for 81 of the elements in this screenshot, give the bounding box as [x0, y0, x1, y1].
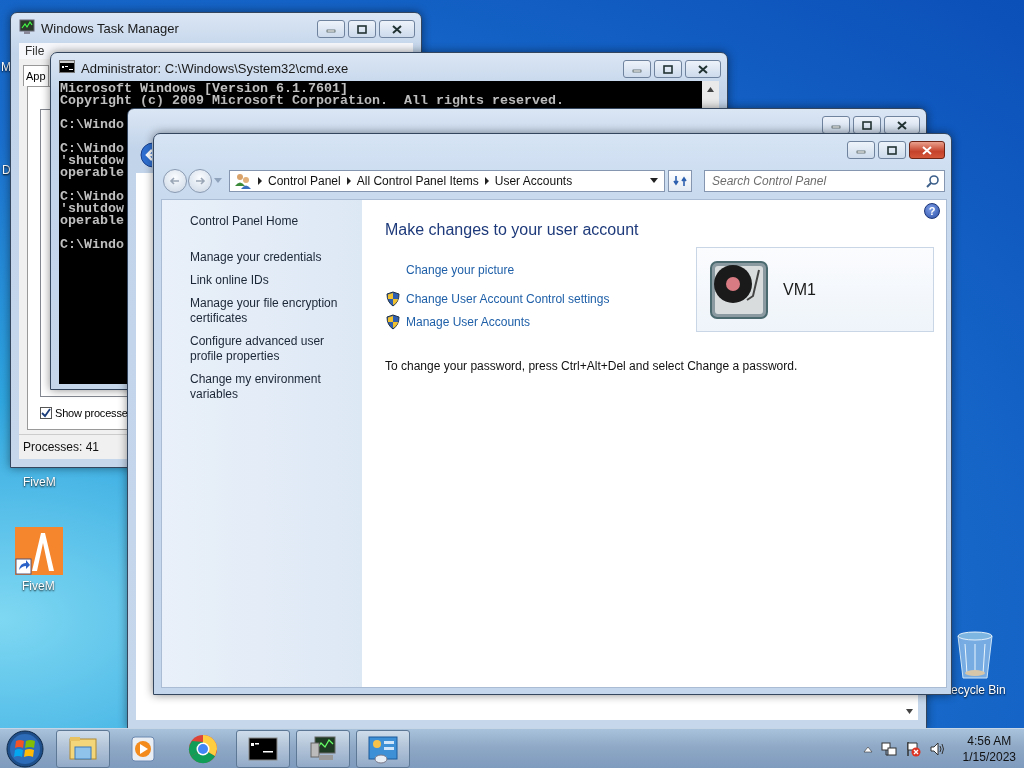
close-icon — [922, 145, 932, 155]
close-button[interactable] — [685, 60, 721, 78]
close-icon — [897, 120, 907, 130]
console-line: 'shutdow — [60, 155, 124, 167]
time-text: 4:56 AM — [967, 732, 1012, 749]
account-picture-icon — [709, 259, 769, 320]
task-link[interactable]: Change your picture — [406, 263, 515, 277]
desktop-icon-label[interactable]: ecycle Bin — [951, 683, 1006, 697]
network-icon[interactable] — [880, 740, 897, 757]
search-icon[interactable] — [926, 173, 940, 188]
breadcrumb-item[interactable]: User Accounts — [494, 173, 573, 188]
search-field[interactable]: Search Control Panel — [704, 169, 945, 192]
recycle-bin-icon[interactable] — [955, 630, 995, 680]
desktop-icon-label[interactable]: M — [1, 60, 11, 74]
sidebar-link[interactable]: Configure advanced user profile properties — [190, 334, 340, 364]
sidebar-link[interactable]: Manage your credentials — [190, 250, 340, 265]
users-icon — [234, 171, 252, 190]
chevron-icon[interactable] — [345, 176, 352, 185]
sidebar-link[interactable]: Control Panel Home — [190, 214, 340, 229]
maximize-icon — [663, 64, 673, 74]
user-name: VM1 — [783, 280, 816, 299]
window-title: Administrator: C:\Windows\System32\cmd.exe — [81, 61, 350, 76]
forward-arrow-icon — [194, 174, 206, 187]
taskbar-button[interactable] — [236, 729, 290, 768]
maximize-icon — [887, 145, 897, 155]
monitor-graph-icon — [19, 19, 35, 35]
maximize-button[interactable] — [348, 20, 376, 38]
checkbox[interactable] — [40, 407, 52, 419]
maximize-button[interactable] — [878, 141, 906, 159]
console-line: Microsoft Windows [Version 6.1.7601] — [60, 83, 348, 95]
sidebar-link[interactable]: Link online IDs — [190, 273, 340, 288]
console-line: C:\Windo — [60, 119, 124, 131]
status-text: Processes: 41 — [23, 440, 100, 454]
close-button[interactable] — [379, 20, 415, 38]
checkmark-icon — [41, 408, 51, 418]
close-button[interactable] — [909, 141, 945, 159]
app-shortcut-icon[interactable] — [15, 527, 63, 575]
task-link[interactable]: Manage User Accounts — [406, 315, 531, 329]
window-title: Windows Task Manager — [41, 21, 180, 36]
clock[interactable]: 4:56 AM 1/15/2023 — [962, 732, 1016, 765]
speaker-icon[interactable] — [928, 740, 945, 757]
console-line: operable — [60, 167, 124, 179]
refresh-icon — [673, 173, 687, 188]
menu-item[interactable]: File — [25, 43, 45, 59]
browser-icon — [187, 732, 219, 765]
console-line: Copyright (c) 2009 Microsoft Corporation. All rights reserved. — [60, 95, 564, 107]
address-bar[interactable]: Control Panel All Control Panel Items User Accounts — [229, 169, 665, 192]
maximize-button[interactable] — [853, 116, 881, 134]
date-text: 1/15/2023 — [962, 748, 1016, 765]
close-icon — [392, 24, 402, 34]
close-icon — [698, 64, 708, 74]
console-line: C:\Windo — [60, 239, 124, 251]
start-button[interactable] — [6, 729, 44, 768]
desktop-icon-label[interactable]: D — [2, 163, 11, 177]
close-button[interactable] — [884, 116, 920, 134]
checkbox-label: Show processe — [55, 407, 128, 419]
console-line: C:\Windo — [60, 143, 124, 155]
maximize-icon — [862, 120, 872, 130]
flag-icon[interactable] — [904, 740, 921, 757]
sidebar-link[interactable]: Change my environment variables — [190, 372, 340, 402]
back-arrow-icon — [169, 174, 181, 187]
caret-icon — [650, 178, 658, 183]
show-hidden-icons[interactable] — [862, 744, 873, 753]
minimize-button[interactable] — [822, 116, 850, 134]
taskbar-button[interactable] — [296, 729, 350, 768]
sidebar-link[interactable]: Manage your file encryption certificates — [190, 296, 340, 326]
task-link[interactable]: Change User Account Control settings — [406, 292, 610, 306]
breadcrumb-item[interactable]: Control Panel — [268, 173, 341, 188]
instruction-text: To change your password, press Ctrl+Alt+Del and select Change a password. — [385, 359, 799, 373]
console-line: 'shutdow — [60, 203, 124, 215]
console-line: C:\Windo — [60, 191, 124, 203]
chevron-icon[interactable] — [483, 176, 490, 185]
maximize-icon — [357, 24, 367, 34]
refresh-button[interactable] — [668, 169, 692, 192]
tab[interactable]: App — [23, 65, 49, 86]
chevron-icon[interactable] — [257, 176, 263, 185]
breadcrumb-item[interactable]: All Control Panel Items — [356, 173, 479, 188]
maximize-button[interactable] — [654, 60, 682, 78]
page-heading: Make changes to your user account — [385, 221, 640, 239]
console-icon — [59, 59, 75, 75]
console-line: operable — [60, 215, 124, 227]
